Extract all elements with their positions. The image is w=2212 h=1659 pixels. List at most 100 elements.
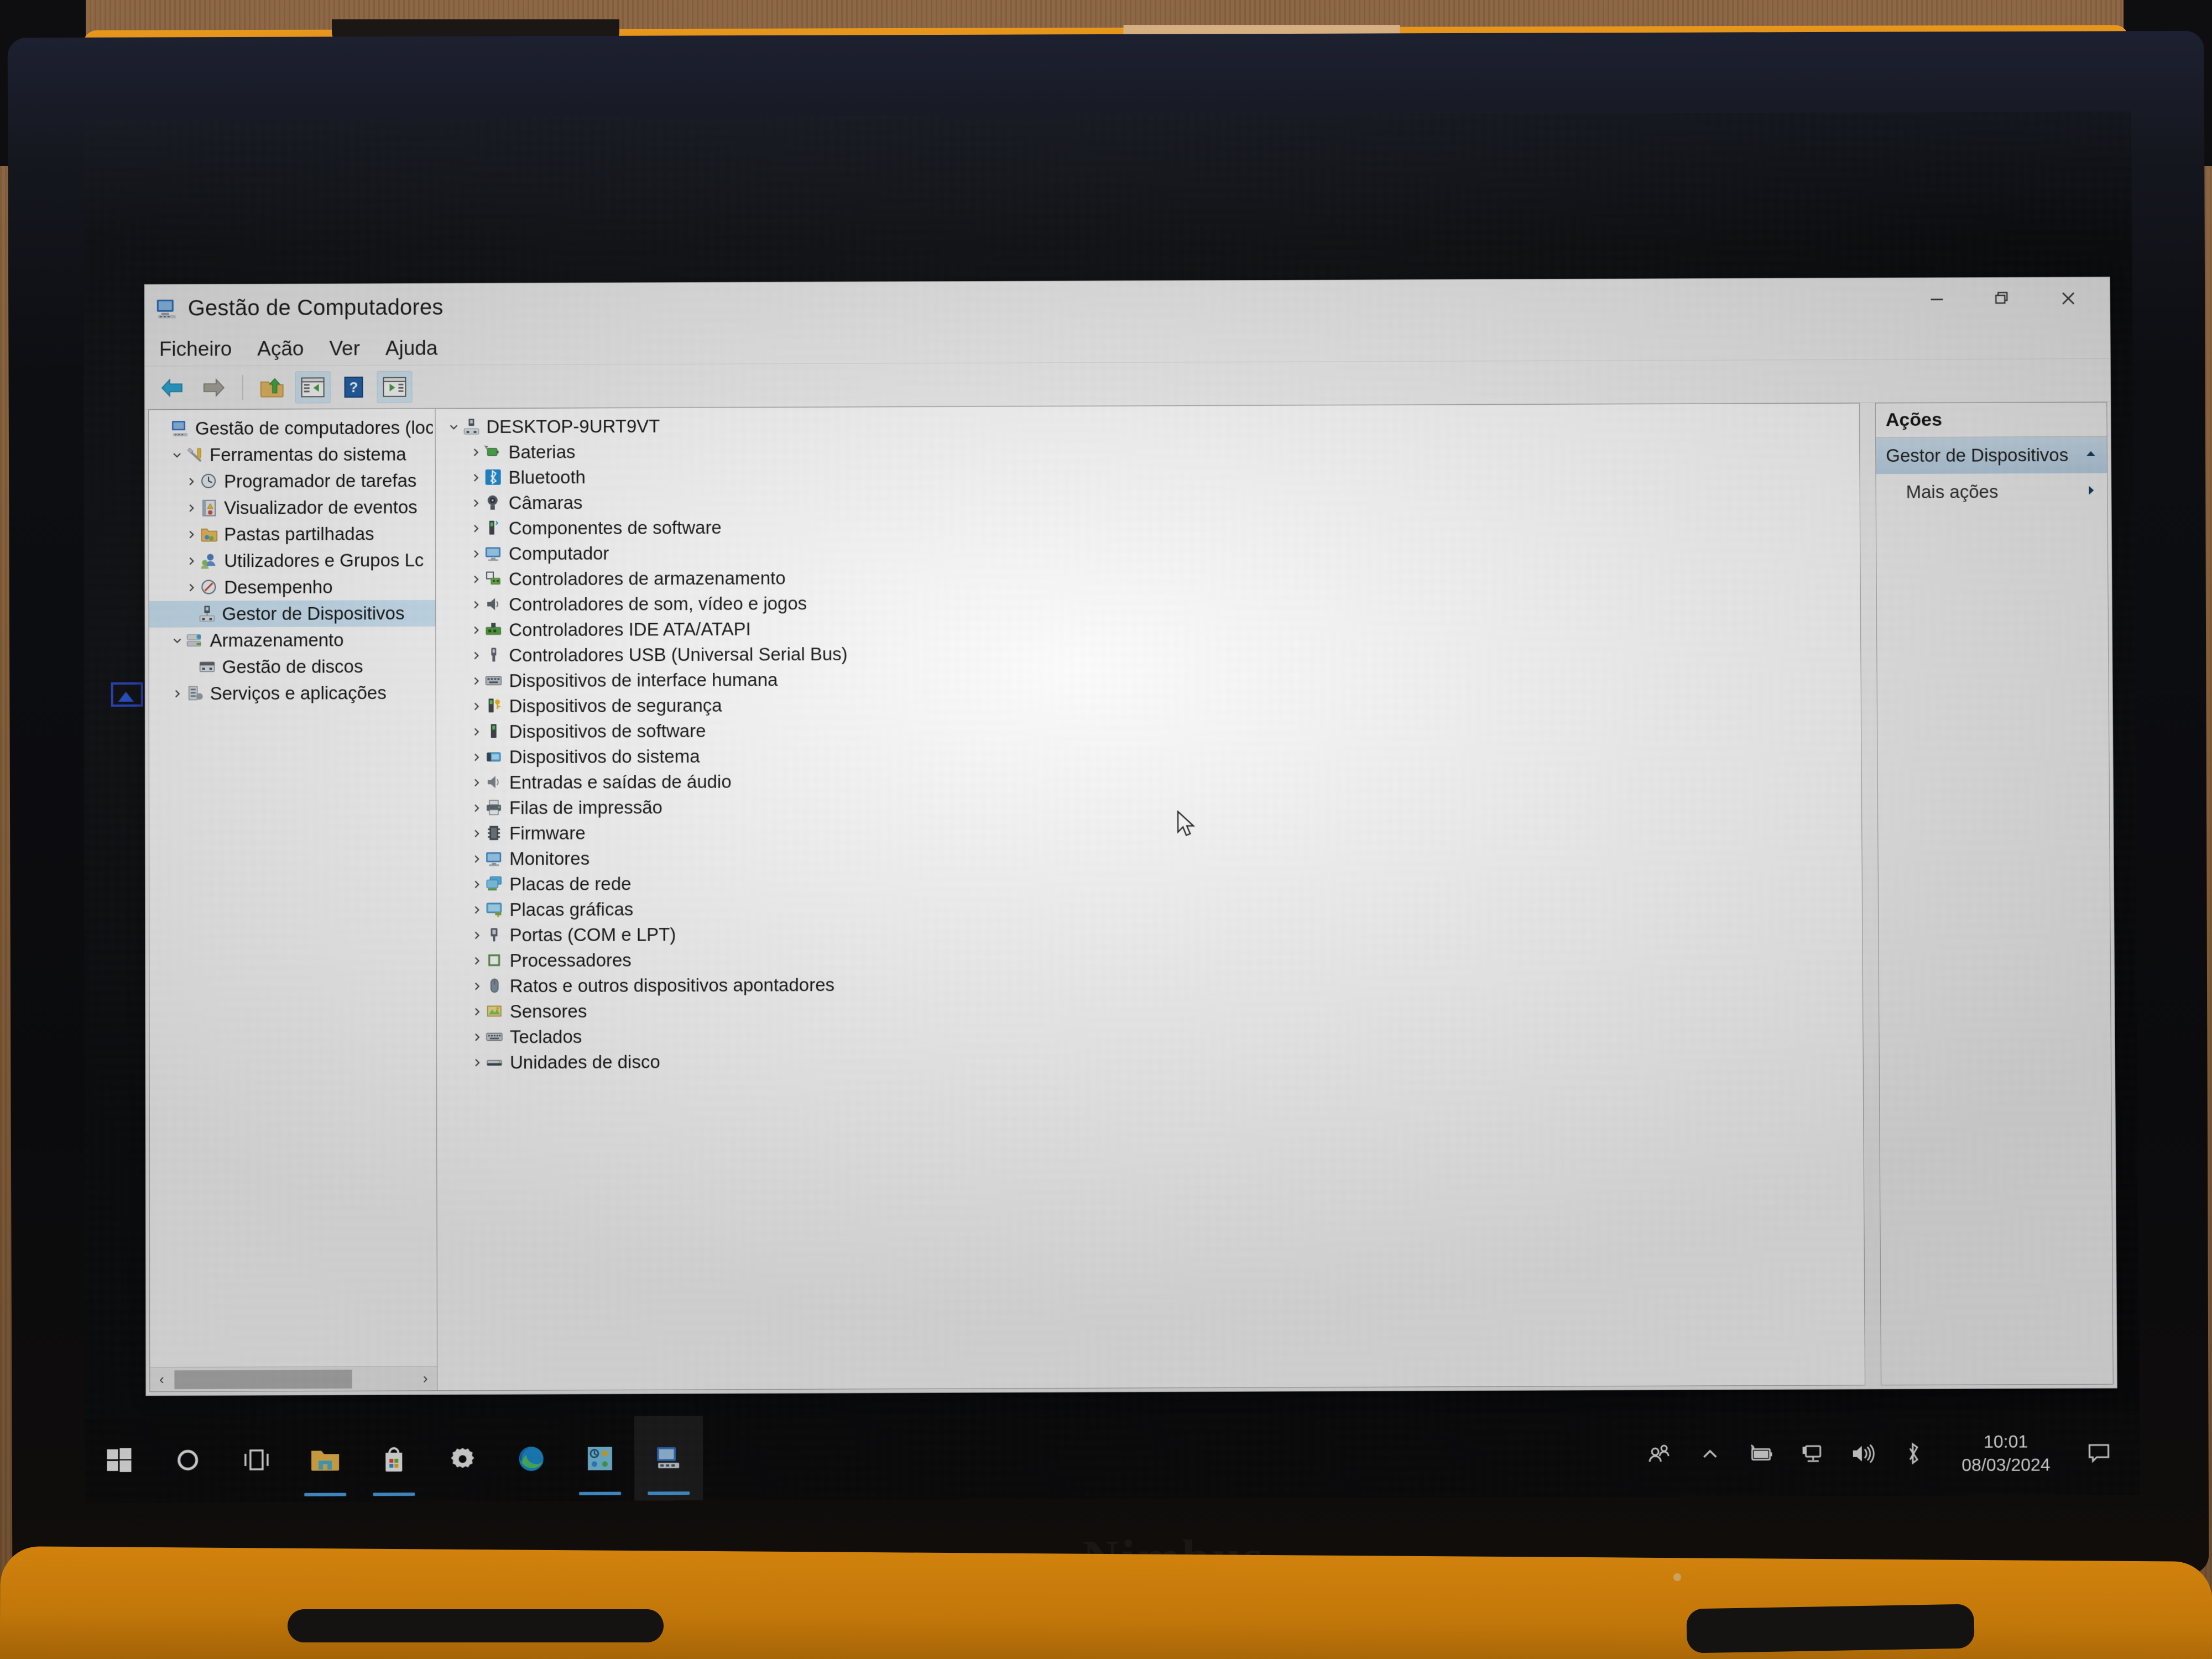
system-tray[interactable]: 10:01 08/03/2024: [1634, 1411, 2140, 1497]
console-tree[interactable]: Gestão de computadores (local) Ferrament…: [149, 409, 437, 1367]
chevron-right-icon[interactable]: [468, 726, 485, 737]
microsoft-edge-icon[interactable]: [497, 1417, 566, 1501]
scrollbar-thumb[interactable]: [174, 1369, 353, 1389]
show-hide-console-tree-icon[interactable]: [295, 371, 331, 403]
chevron-right-icon[interactable]: [468, 549, 484, 560]
toolbar[interactable]: ?: [144, 359, 2111, 410]
network-icon[interactable]: [1786, 1412, 1838, 1496]
tree-item-event-viewer[interactable]: Visualizador de eventos: [149, 494, 435, 521]
taskbar[interactable]: 10:01 08/03/2024: [85, 1410, 2141, 1503]
device-category-row[interactable]: Unidades de disco: [437, 1045, 1863, 1076]
chevron-right-icon[interactable]: [2084, 481, 2098, 502]
action-item-more-actions[interactable]: Mais ações: [1876, 473, 2107, 510]
chassis-vent-right: [1686, 1604, 1975, 1653]
horizontal-scrollbar[interactable]: ‹ ›: [150, 1366, 437, 1392]
back-icon[interactable]: [155, 372, 190, 404]
chevron-right-icon[interactable]: [468, 650, 484, 661]
chevron-right-icon[interactable]: [183, 582, 200, 593]
console-tree-pane[interactable]: Gestão de computadores (local) Ferrament…: [148, 408, 438, 1392]
chevron-right-icon[interactable]: [183, 476, 200, 487]
start-button-icon[interactable]: [85, 1418, 153, 1503]
device-category-list[interactable]: Baterias Bluetooth Câmaras Componentes de s…: [436, 434, 1863, 1076]
chevron-right-icon[interactable]: [468, 879, 485, 890]
window-title-bar[interactable]: Gestão de Computadores: [144, 277, 2110, 332]
chevron-right-icon[interactable]: [468, 472, 484, 483]
camera-icon: [484, 494, 503, 513]
chevron-right-icon[interactable]: [183, 503, 200, 514]
actions-pane[interactable]: Ações Gestor de Dispositivos Mais ações: [1875, 401, 2114, 1386]
task-view-icon[interactable]: [222, 1417, 291, 1502]
chevron-right-icon[interactable]: [468, 752, 485, 763]
tree-item-computer-management-local[interactable]: Gestão de computadores (local): [149, 414, 435, 442]
chevron-right-icon[interactable]: [469, 1032, 486, 1043]
file-explorer-icon[interactable]: [291, 1417, 359, 1502]
forward-icon[interactable]: [196, 372, 231, 404]
menu-item-ficheiro[interactable]: Ficheiro: [159, 337, 232, 361]
chevron-right-icon[interactable]: [468, 498, 484, 509]
menu-item-ajuda[interactable]: Ajuda: [385, 336, 438, 359]
scroll-right-arrow[interactable]: ›: [414, 1367, 437, 1390]
notifications-icon[interactable]: [2072, 1411, 2126, 1495]
chevron-right-icon[interactable]: [468, 574, 484, 585]
tree-item-system-tools[interactable]: Ferramentas do sistema: [149, 441, 435, 468]
chevron-right-icon[interactable]: [468, 701, 485, 712]
restore-button[interactable]: [1969, 278, 2034, 319]
chevron-right-icon[interactable]: [468, 777, 485, 788]
chevron-right-icon[interactable]: [468, 599, 484, 611]
microsoft-store-icon[interactable]: [359, 1417, 429, 1501]
tree-item-storage[interactable]: Armazenamento: [149, 627, 436, 654]
people-icon[interactable]: [1634, 1412, 1685, 1497]
cortana-search-icon[interactable]: [153, 1418, 222, 1503]
close-button[interactable]: [2036, 277, 2101, 318]
help-icon[interactable]: ?: [336, 371, 372, 403]
chevron-up-icon[interactable]: [2084, 445, 2098, 466]
chevron-down-icon[interactable]: [446, 421, 462, 432]
chevron-right-icon[interactable]: [468, 523, 484, 534]
chevron-right-icon[interactable]: [468, 625, 484, 636]
show-hidden-icons-chevron-icon[interactable]: [1684, 1412, 1736, 1496]
chevron-right-icon[interactable]: [469, 980, 486, 992]
chevron-right-icon[interactable]: [169, 688, 186, 699]
tree-item-task-scheduler[interactable]: Programador de tarefas: [149, 467, 435, 495]
chevron-right-icon[interactable]: [469, 1057, 486, 1068]
tree-item-performance[interactable]: Desempenho: [149, 573, 435, 601]
chevron-right-icon[interactable]: [468, 802, 485, 813]
up-folder-icon[interactable]: [254, 371, 290, 403]
tree-item-local-users-and-groups[interactable]: Utilizadores e Grupos Lc: [149, 547, 435, 575]
scroll-left-arrow[interactable]: ‹: [150, 1368, 173, 1391]
tree-item-device-manager[interactable]: Gestor de Dispositivos: [149, 599, 436, 628]
tree-item-disk-management[interactable]: Gestão de discos: [149, 653, 436, 681]
action-item-device-manager[interactable]: Gestor de Dispositivos: [1876, 436, 2107, 474]
bluetooth-tray-icon[interactable]: [1888, 1411, 1939, 1496]
computer-management-icon[interactable]: [634, 1416, 703, 1501]
chevron-right-icon[interactable]: [468, 904, 485, 915]
device-manager-tree-pane[interactable]: DESKTOP-9URT9VT Baterias Bluetooth Câmaras…: [435, 403, 1866, 1391]
computer-management-window[interactable]: Gestão de Computadores Ficheiro Ação Ver…: [144, 276, 2117, 1396]
scrollbar-track[interactable]: [173, 1366, 414, 1391]
volume-icon[interactable]: [1837, 1411, 1888, 1496]
menu-item-ver[interactable]: Ver: [329, 337, 360, 360]
tree-item-shared-folders[interactable]: Pastas partilhadas: [149, 520, 435, 548]
task-scheduler-clock-icon: [200, 472, 218, 491]
chevron-right-icon[interactable]: [469, 1006, 486, 1018]
chevron-right-icon[interactable]: [468, 675, 484, 686]
chevron-right-icon[interactable]: [468, 447, 484, 458]
taskbar-clock[interactable]: 10:01 08/03/2024: [1939, 1430, 2073, 1477]
chevron-right-icon[interactable]: [468, 828, 485, 839]
tree-item-services-and-applications[interactable]: Serviços e aplicações: [149, 680, 436, 707]
chevron-right-icon[interactable]: [468, 853, 485, 864]
show-hide-action-pane-icon[interactable]: [377, 371, 413, 403]
chevron-down-icon[interactable]: [169, 635, 186, 646]
chevron-right-icon[interactable]: [183, 529, 200, 540]
chevron-down-icon[interactable]: [169, 450, 185, 461]
taskbar-app-buttons[interactable]: [85, 1416, 703, 1503]
battery-charging-icon[interactable]: [1735, 1412, 1787, 1496]
desktop-shortcut-icon[interactable]: [111, 682, 144, 708]
menu-item-acao[interactable]: Ação: [257, 337, 304, 360]
minimize-button[interactable]: [1904, 278, 1969, 319]
chevron-right-icon[interactable]: [469, 955, 486, 966]
chevron-right-icon[interactable]: [468, 930, 485, 941]
control-panel-icon[interactable]: [566, 1416, 635, 1501]
chevron-right-icon[interactable]: [183, 556, 200, 567]
settings-gear-icon[interactable]: [428, 1417, 497, 1501]
